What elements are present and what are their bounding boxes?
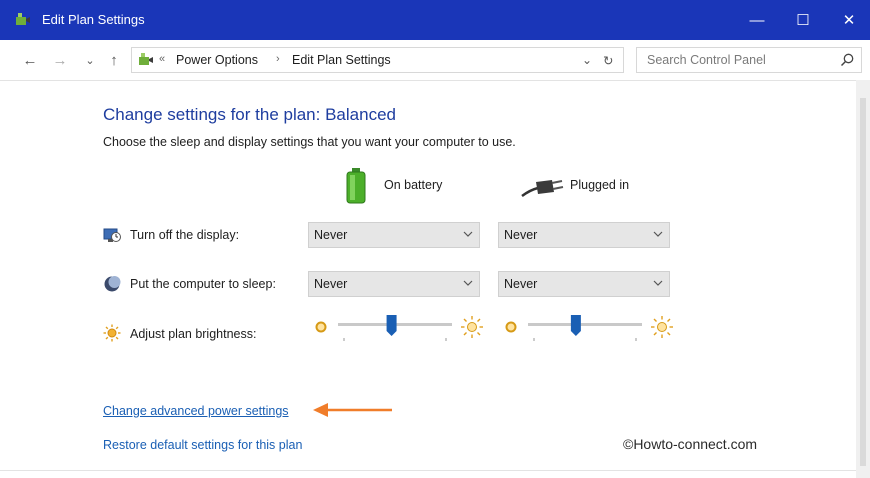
refresh-button[interactable]: ↻ xyxy=(603,53,613,68)
power-options-icon xyxy=(139,53,153,65)
up-button[interactable]: ↑ xyxy=(104,50,124,70)
plugged-in-heading: Plugged in xyxy=(570,178,630,192)
address-dropdown-button[interactable]: ⌄ xyxy=(582,53,592,67)
brightness-plugged-slider[interactable] xyxy=(526,314,644,344)
dim-brightness-icon xyxy=(505,321,517,333)
brightness-sun-icon xyxy=(103,324,121,342)
minimize-button[interactable]: — xyxy=(734,0,780,40)
sleep-plugged-value: Never xyxy=(504,277,538,291)
sleep-battery-value: Never xyxy=(314,277,348,291)
window-title: Edit Plan Settings xyxy=(42,12,145,27)
forward-button[interactable]: → xyxy=(50,50,70,70)
on-battery-heading: On battery xyxy=(384,178,443,192)
slider-thumb[interactable] xyxy=(386,315,397,336)
address-box[interactable]: « Power Options › Edit Plan Settings ⌄ ↻ xyxy=(131,47,624,73)
search-placeholder: Search Control Panel xyxy=(647,53,766,67)
display-plugged-select[interactable]: Never xyxy=(498,222,670,248)
display-icon xyxy=(103,228,121,242)
sleep-battery-select[interactable]: Never xyxy=(308,271,480,297)
vertical-scrollbar[interactable] xyxy=(856,80,870,478)
display-plugged-value: Never xyxy=(504,228,538,242)
breadcrumb-separator: › xyxy=(276,53,280,65)
orange-arrow-annotation xyxy=(313,403,392,417)
chevron-down-icon xyxy=(653,280,663,286)
chevron-down-icon xyxy=(653,231,663,237)
close-button[interactable]: ✕ xyxy=(826,0,870,40)
chevron-down-icon xyxy=(463,231,473,237)
restore-defaults-link[interactable]: Restore default settings for this plan xyxy=(103,438,302,452)
watermark: ©Howto-connect.com xyxy=(623,436,758,452)
breadcrumb-edit-plan-settings[interactable]: Edit Plan Settings xyxy=(292,53,391,67)
sleep-plugged-select[interactable]: Never xyxy=(498,271,670,297)
slider-thumb[interactable] xyxy=(570,315,581,336)
advanced-power-settings-link[interactable]: Change advanced power settings xyxy=(103,404,289,418)
power-options-icon xyxy=(16,13,30,25)
page-description: Choose the sleep and display settings th… xyxy=(103,135,516,149)
overflow-chevron[interactable]: « xyxy=(159,53,165,65)
dim-brightness-icon xyxy=(315,321,327,333)
breadcrumb-power-options[interactable]: Power Options xyxy=(176,53,258,67)
power-plug-icon xyxy=(521,180,564,198)
search-input[interactable]: Search Control Panel xyxy=(636,47,862,73)
brightness-label: Adjust plan brightness: xyxy=(130,327,257,341)
sleep-moon-icon xyxy=(104,276,121,292)
brightness-battery-slider[interactable] xyxy=(336,314,454,344)
bright-sun-icon xyxy=(651,316,673,338)
sleep-label: Put the computer to sleep: xyxy=(130,277,276,291)
display-battery-value: Never xyxy=(314,228,348,242)
bright-sun-icon xyxy=(461,316,483,338)
search-icon[interactable] xyxy=(839,52,855,68)
title-bar: Edit Plan Settings — ☐ ✕ xyxy=(0,0,870,40)
divider xyxy=(0,470,856,471)
scrollbar-thumb[interactable] xyxy=(860,98,866,466)
battery-icon xyxy=(346,168,366,204)
display-battery-select[interactable]: Never xyxy=(308,222,480,248)
back-button[interactable]: ← xyxy=(20,50,40,70)
recent-locations-button[interactable]: ⌄ xyxy=(80,50,100,70)
page-title: Change settings for the plan: Balanced xyxy=(103,105,396,124)
turn-off-display-label: Turn off the display: xyxy=(130,228,240,242)
maximize-button[interactable]: ☐ xyxy=(780,0,826,40)
chevron-down-icon xyxy=(463,280,473,286)
address-bar: ← → ⌄ ↑ « Power Options › Edit Plan Sett… xyxy=(0,40,870,81)
